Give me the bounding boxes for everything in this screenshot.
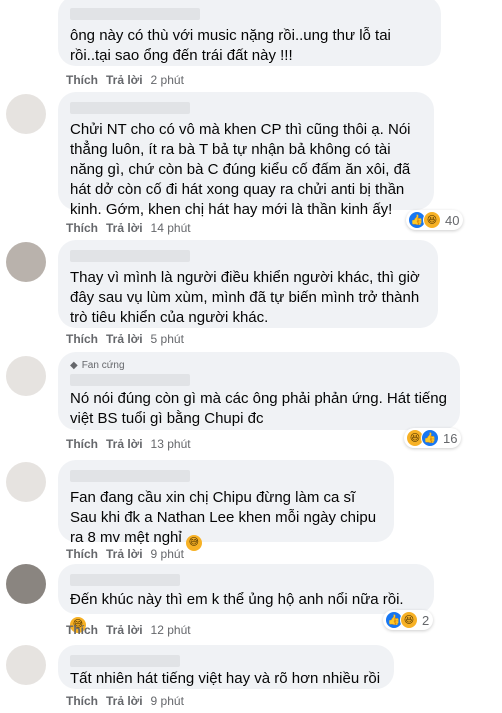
comment-time: 14 phút (150, 221, 191, 235)
comment-bubble: Thay vì mình là người điều khiển người k… (58, 240, 438, 328)
comment-bubble: ông này có thù với music nặng rồi..ung t… (58, 0, 441, 66)
comment-text: Tất nhiên hát tiếng việt hay và rõ hơn n… (70, 670, 381, 687)
reaction-count: 16 (443, 430, 458, 446)
commenter-name-redacted (70, 102, 190, 114)
comment-text: Fan đang cầu xin chị Chipu đừng làm ca s… (70, 488, 382, 551)
like-link[interactable]: Thích (66, 623, 98, 637)
comment-text: Nó nói đúng còn gì mà các ông phải phản … (70, 390, 447, 427)
like-link[interactable]: Thích (66, 221, 98, 235)
comment-bubble: Đến khúc này thì em k thể ủng hộ anh nổi… (58, 564, 434, 633)
like-link[interactable]: Thích (66, 332, 98, 346)
comment-time: 5 phút (150, 332, 184, 346)
comment-time: 2 phút (150, 73, 184, 87)
commenter-name-redacted (70, 470, 190, 482)
reply-link[interactable]: Trả lời (106, 694, 143, 708)
haha-reaction-icon: 😆 (423, 211, 441, 229)
reply-link[interactable]: Trả lời (106, 547, 143, 561)
avatar[interactable] (6, 356, 46, 396)
comment-text: Chửi NT cho có vô mà khen CP thì cũng th… (70, 121, 411, 218)
haha-reaction-icon: 😆 (400, 611, 418, 629)
commenter-name-redacted (70, 374, 190, 386)
comment-actions: Thích Trả lời 5 phút (66, 332, 184, 346)
comment-bubble: Fan đang cầu xin chị Chipu đừng làm ca s… (58, 460, 394, 551)
comment-text-content: Đến khúc này thì em k thể ủng hộ anh nổi… (70, 591, 404, 608)
like-reaction-icon: 👍 (421, 429, 439, 447)
avatar[interactable] (6, 645, 46, 685)
avatar[interactable] (6, 462, 46, 502)
comment-bubble: ◆ Fan cứng Nó nói đúng còn gì mà các ông… (58, 352, 460, 430)
comment-text: ông này có thù với music nặng rồi..ung t… (70, 27, 391, 64)
comment-text-content: Fan đang cầu xin chị Chipu đừng làm ca s… (70, 489, 377, 546)
like-link[interactable]: Thích (66, 437, 98, 451)
comment-time: 9 phút (150, 694, 184, 708)
comment-actions: Thích Trả lời 12 phút (66, 623, 191, 637)
like-link[interactable]: Thích (66, 73, 98, 87)
reaction-count: 2 (422, 612, 430, 628)
commenter-name-redacted (70, 250, 190, 262)
reply-link[interactable]: Trả lời (106, 73, 143, 87)
comment-actions: Thích Trả lời 9 phút (66, 694, 184, 708)
avatar[interactable] (6, 242, 46, 282)
comment-actions: Thích Trả lời 14 phút (66, 221, 191, 235)
comment-text: Thay vì mình là người điều khiển người k… (70, 269, 420, 326)
reply-link[interactable]: Trả lời (106, 332, 143, 346)
diamond-icon: ◆ (70, 360, 78, 371)
comment-actions: Thích Trả lời 9 phút (66, 547, 184, 561)
commenter-name-redacted (70, 574, 180, 586)
reaction-count: 40 (445, 212, 460, 228)
reaction-summary[interactable]: 👍 😆 2 (383, 610, 434, 630)
reaction-summary[interactable]: 😆 👍 16 (404, 428, 462, 448)
comment-actions: Thích Trả lời 13 phút (66, 437, 191, 451)
comment-time: 13 phút (150, 437, 191, 451)
like-link[interactable]: Thích (66, 694, 98, 708)
comment-bubble: Chửi NT cho có vô mà khen CP thì cũng th… (58, 92, 434, 218)
comment-time: 12 phút (150, 623, 191, 637)
commenter-name-redacted (70, 655, 180, 667)
like-link[interactable]: Thích (66, 547, 98, 561)
reply-link[interactable]: Trả lời (106, 623, 143, 637)
grin-emoji-icon: 😅 (185, 535, 202, 551)
reply-link[interactable]: Trả lời (106, 221, 143, 235)
fan-badge: ◆ Fan cứng (70, 360, 448, 371)
comment-time: 9 phút (150, 547, 184, 561)
reply-link[interactable]: Trả lời (106, 437, 143, 451)
commenter-name-redacted (70, 8, 200, 20)
reaction-summary[interactable]: 👍 😆 40 (406, 210, 464, 230)
avatar[interactable] (6, 564, 46, 604)
comment-bubble: Tất nhiên hát tiếng việt hay và rõ hơn n… (58, 645, 394, 689)
comment-actions: Thích Trả lời 2 phút (66, 73, 184, 87)
avatar[interactable] (6, 94, 46, 134)
fan-badge-label: Fan cứng (81, 360, 125, 371)
